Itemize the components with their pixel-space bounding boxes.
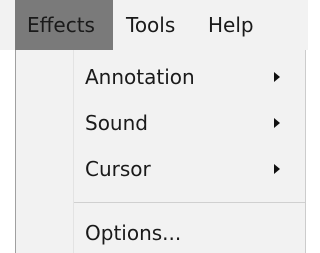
menu-item-label: Sound	[85, 111, 148, 135]
effects-dropdown-menu: Annotation Sound Cursor Options...	[15, 50, 306, 253]
submenu-arrow-icon	[274, 118, 280, 128]
menubar-item-tools[interactable]: Tools	[114, 0, 198, 50]
menubar-item-help[interactable]: Help	[196, 0, 284, 50]
menu-item-cursor[interactable]: Cursor	[16, 146, 305, 192]
menu-item-label: Annotation	[85, 65, 195, 89]
menu-item-label: Options...	[85, 221, 182, 245]
menu-separator	[74, 202, 305, 203]
menu-item-label: Cursor	[85, 157, 151, 181]
menu-item-options[interactable]: Options...	[16, 210, 305, 253]
submenu-arrow-icon	[274, 72, 280, 82]
submenu-arrow-icon	[274, 164, 280, 174]
menu-item-annotation[interactable]: Annotation	[16, 54, 305, 100]
menubar-item-effects[interactable]: Effects	[15, 0, 113, 50]
menu-bar: Effects Tools Help	[0, 0, 308, 50]
menu-item-sound[interactable]: Sound	[16, 100, 305, 146]
app-screen: Effects Tools Help Annotation Sound Curs…	[0, 0, 308, 253]
